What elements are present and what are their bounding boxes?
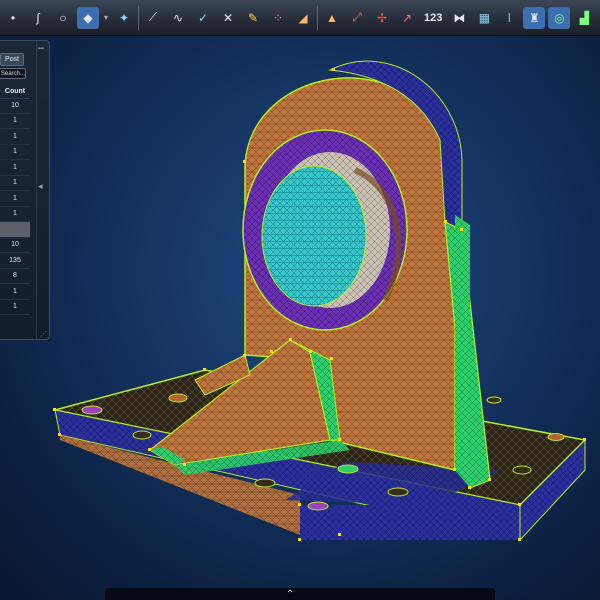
list-item[interactable]: 1 xyxy=(0,145,30,160)
resize-grip-icon[interactable]: ⋰ xyxy=(40,330,47,338)
cube-icon[interactable]: ◆ xyxy=(77,6,99,29)
line-icon[interactable]: ⟋ xyxy=(142,7,164,29)
list-item[interactable]: 1 xyxy=(0,284,30,300)
list-item[interactable]: 10 xyxy=(0,238,30,253)
wave-icon[interactable]: ∿ xyxy=(167,7,189,29)
3d-viewport[interactable] xyxy=(0,0,600,600)
expand-drawer-icon[interactable]: ⌃ xyxy=(283,588,297,600)
list-item[interactable]: 1 xyxy=(0,114,30,129)
grid-icon[interactable]: ▦ xyxy=(473,7,495,29)
circle-icon[interactable]: ○ xyxy=(52,7,74,29)
mirror-icon[interactable]: ⧓ xyxy=(448,7,470,29)
count-list: 10 1 1 1 1 1 1 1 10 135 8 1 1 xyxy=(0,98,30,315)
target-icon[interactable]: ◎ xyxy=(548,6,571,29)
toolbar-separator xyxy=(138,5,139,30)
shape-icon[interactable]: ◢ xyxy=(292,7,314,29)
tab-post[interactable]: Post xyxy=(0,53,24,66)
check-icon[interactable]: ✓ xyxy=(192,7,214,29)
list-item[interactable]: 10 xyxy=(0,98,30,114)
scatter-icon[interactable]: ⁘ xyxy=(267,7,289,29)
minimize-button[interactable]: – xyxy=(38,42,44,54)
triangle-icon[interactable]: ▲ xyxy=(321,7,343,29)
list-item[interactable]: 8 xyxy=(0,269,30,284)
panel-splitter[interactable] xyxy=(36,41,37,339)
column-header-count[interactable]: Count xyxy=(0,85,30,99)
list-item[interactable]: 1 xyxy=(0,129,30,145)
pen-icon[interactable]: ✎ xyxy=(242,7,264,29)
cross-icon[interactable]: ✕ xyxy=(217,7,239,29)
collapse-arrow-icon[interactable]: ◂ xyxy=(38,181,43,192)
list-item[interactable]: 1 xyxy=(0,176,30,191)
wrench-icon[interactable]: ✦ xyxy=(113,7,135,29)
main-toolbar: • ∫ ○ ◆ ▾ ✦ ⟋ ∿ ✓ ✕ ✎ ⁘ ◢ ▲ ⤢ ✢ ↗ 123 ⧓ … xyxy=(0,0,600,36)
curve-icon[interactable]: ∫ xyxy=(27,7,49,29)
list-item[interactable]: 1 xyxy=(0,300,30,315)
beam-icon[interactable]: Ⅰ xyxy=(498,7,520,29)
bracket-mesh-model[interactable] xyxy=(0,0,600,600)
point-icon[interactable]: • xyxy=(2,7,24,29)
list-item[interactable]: 1 xyxy=(0,191,30,207)
node-icon[interactable]: ✢ xyxy=(371,7,393,29)
list-item[interactable]: 1 xyxy=(0,207,30,222)
dropdown-caret-icon[interactable]: ▾ xyxy=(102,7,110,29)
numbering-button[interactable]: 123 xyxy=(421,7,445,29)
results-panel: – Post Search... Count 10 1 1 1 1 1 1 1 … xyxy=(0,40,50,340)
axis-icon[interactable]: ⤢ xyxy=(346,7,368,29)
toolbar-separator xyxy=(317,5,318,30)
chart-icon[interactable]: ▟ xyxy=(573,7,595,29)
arrow-icon[interactable]: ↗ xyxy=(396,7,418,29)
person-icon[interactable]: ♜ xyxy=(523,6,546,29)
list-item-selected[interactable] xyxy=(0,222,30,238)
list-item[interactable]: 135 xyxy=(0,253,30,269)
bottom-drawer xyxy=(105,588,495,600)
list-item[interactable]: 1 xyxy=(0,160,30,176)
search-input[interactable]: Search... xyxy=(0,68,26,79)
